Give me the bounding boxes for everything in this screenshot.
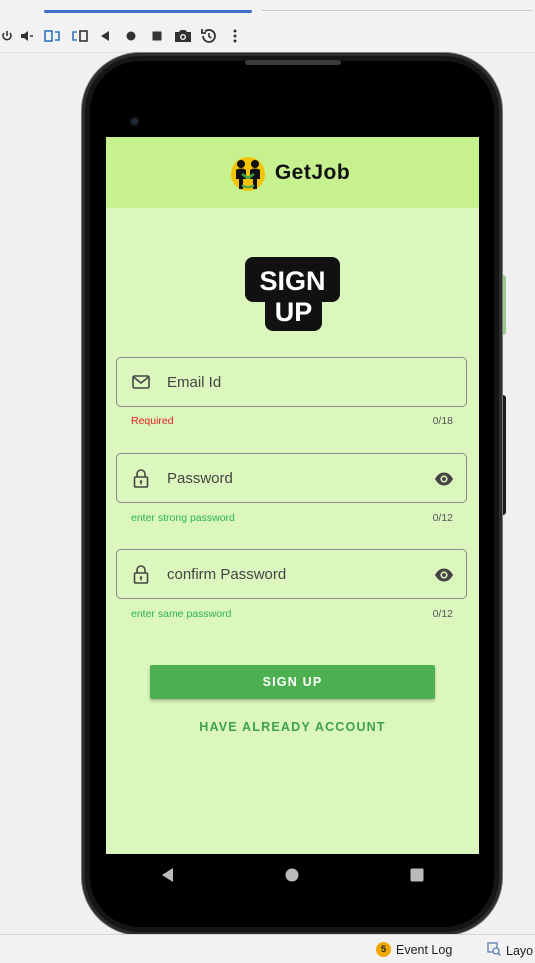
front-camera-icon (131, 118, 138, 125)
app-header: GetJob (106, 137, 479, 208)
event-log-count-badge: 5 (376, 942, 391, 957)
back-icon[interactable] (92, 26, 118, 46)
emulator-toolbar (0, 0, 535, 53)
have-account-link[interactable]: HAVE ALREADY ACCOUNT (106, 720, 479, 734)
nav-home-icon[interactable] (272, 855, 312, 895)
confirm-password-helper-text: enter same password (131, 608, 232, 620)
layout-inspector-icon (487, 942, 501, 959)
confirm-password-field-label: confirm Password (167, 565, 287, 583)
lock-icon (131, 564, 151, 584)
signup-button[interactable]: SIGN UP (150, 665, 435, 699)
visibility-eye-icon[interactable] (434, 469, 454, 489)
emulator-controls (0, 26, 248, 46)
brand-name: GetJob (274, 160, 351, 184)
password-char-counter: 0/12 (432, 512, 453, 524)
layout-inspector-button[interactable]: Layo (487, 942, 533, 959)
lock-icon (131, 468, 151, 488)
home-icon[interactable] (118, 26, 144, 46)
app-screen: GetJob SIGN UP Email Id Required 0/18 Pa… (106, 137, 479, 854)
signup-logo: SIGN UP (245, 257, 340, 331)
camera-icon[interactable] (170, 26, 196, 46)
phone-speaker (245, 60, 341, 65)
mail-icon (131, 372, 151, 392)
active-tab-indicator (44, 10, 252, 13)
email-char-counter: 0/18 (432, 415, 453, 427)
email-field[interactable]: Email Id (116, 357, 467, 407)
overview-icon[interactable] (144, 26, 170, 46)
ide-status-bar: 5 Event Log Layo (0, 934, 535, 963)
getjob-logo-icon (230, 156, 265, 191)
brand: GetJob (229, 154, 350, 192)
more-icon[interactable] (222, 26, 248, 46)
nav-recents-icon[interactable] (397, 855, 437, 895)
confirm-password-char-counter: 0/12 (432, 608, 453, 620)
system-nav-bar (106, 854, 479, 896)
nav-back-icon[interactable] (148, 855, 188, 895)
email-helper-text: Required (131, 415, 174, 427)
rotate-left-icon[interactable] (40, 26, 66, 46)
tab-divider (262, 10, 532, 11)
snapshot-icon[interactable] (196, 26, 222, 46)
confirm-password-field[interactable]: confirm Password (116, 549, 467, 599)
signup-logo-line1: SIGN (259, 266, 325, 296)
signup-logo-line2: UP (275, 297, 313, 327)
layout-inspector-label: Layo (506, 943, 534, 958)
password-field-label: Password (167, 469, 233, 487)
volume-icon[interactable] (14, 26, 40, 46)
email-field-label: Email Id (167, 373, 222, 391)
event-log-label: Event Log (396, 942, 453, 957)
power-icon[interactable] (0, 26, 14, 46)
rotate-right-icon[interactable] (66, 26, 92, 46)
password-field[interactable]: Password (116, 453, 467, 503)
event-log-button[interactable]: 5 Event Log (376, 942, 452, 957)
password-helper-text: enter strong password (131, 512, 235, 524)
visibility-eye-icon[interactable] (434, 565, 454, 585)
